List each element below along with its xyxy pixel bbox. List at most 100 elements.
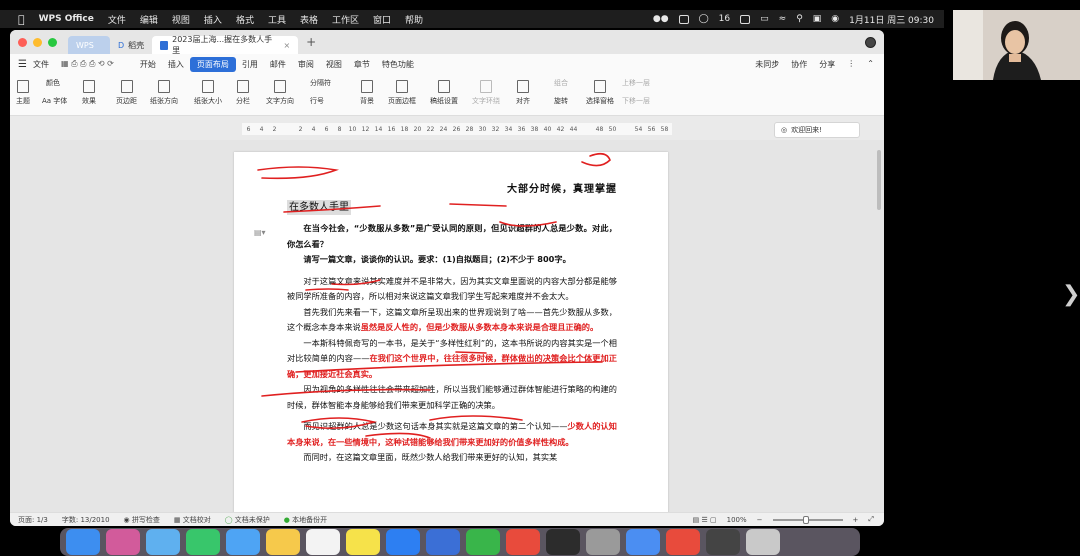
prompt-paragraph-2[interactable]: 请写一篇文章，谈谈你的认识。要求：(1)自拟题目；(2)不少于 800字。 — [287, 252, 617, 268]
columns-button[interactable]: 分栏 — [236, 80, 250, 106]
text-wrap-button[interactable]: 文字环绕 — [472, 80, 500, 106]
fonts-button[interactable]: Aa 字体 — [42, 96, 67, 106]
ribbon-tab-chapter[interactable]: 章节 — [348, 59, 376, 70]
finder-icon[interactable] — [66, 529, 100, 555]
protection-status[interactable]: ◯ 文档未保护 — [225, 515, 270, 525]
zoom-slider[interactable] — [772, 515, 843, 524]
backup-status[interactable]: ● 本地备份开 — [284, 515, 327, 525]
tab-docer[interactable]: D 稻壳 — [110, 36, 152, 54]
document-canvas[interactable]: 大部分时候，真理掌握 在多数人手里 在当今社会，“少数服从多数”是广受认同的原则… — [10, 140, 884, 512]
menu-view[interactable]: 视图 — [172, 13, 190, 26]
ribbon-tab-start[interactable]: 开始 — [134, 59, 162, 70]
menu-table[interactable]: 表格 — [300, 13, 318, 26]
page-border-button[interactable]: 页面边框 — [388, 80, 416, 106]
bring-forward-button[interactable]: 上移一层 — [622, 78, 650, 88]
ruler-scale[interactable]: 6 4 2 2 4 6 8 10 12 14 16 18 20 22 24 26 28 30 32 34 36 38 40 4… — [242, 123, 672, 135]
prompt-paragraph-1[interactable]: 在当今社会，“少数服从多数”是广受认同的原则，但见识超群的人总是少数。对此，你怎… — [287, 221, 617, 252]
ribbon-tab-review[interactable]: 审阅 — [292, 59, 320, 70]
send-backward-button[interactable]: 下移一层 — [622, 96, 650, 106]
paragraph-4[interactable]: 因为视角的多样性往往会带来超加性，所以当我们能够通过群体智能进行策略的构建的时候… — [287, 382, 617, 413]
ribbon-tab-page-layout[interactable]: 页面布局 — [189, 56, 236, 72]
document-title[interactable]: 大部分时候，真理掌握 — [287, 182, 617, 198]
group-button[interactable]: 组合 — [554, 78, 568, 88]
paragraph-1[interactable]: 对于这篇文章来说其实难度并不是非常大，因为其实文章里面说的内容大部分都是能够被同… — [287, 274, 617, 305]
document-subtitle[interactable]: 在多数人手里 — [287, 199, 351, 215]
text-direction-button[interactable]: 文字方向 — [266, 80, 294, 106]
paragraph-2[interactable]: 首先我们先来看一下，这篇文章所呈现出来的世界观说到了啥——首先少数服从多数，这个… — [287, 305, 617, 336]
margins-button[interactable]: 页边距 — [116, 80, 137, 106]
background-button[interactable]: 背景 — [360, 80, 374, 106]
wps-office-dock-icon[interactable] — [666, 529, 700, 555]
wechat-icon[interactable]: ◯ — [699, 14, 709, 24]
ribbon-tab-references[interactable]: 引用 — [236, 59, 264, 70]
theme-button[interactable]: 主题 — [16, 80, 30, 106]
paragraph-5[interactable]: 而见识超群的人总是少数这句话本身其实就是这篇文章的第二个认知——少数人的认知本身… — [287, 419, 617, 450]
paragraph-3[interactable]: 一本斯科特佩奇写的一本书，是关于“多样性红利”的，这本书所说的内容其实是一个相对… — [287, 336, 617, 383]
menu-edit[interactable]: 编辑 — [140, 13, 158, 26]
breaks-button[interactable]: 分隔符 — [310, 78, 331, 88]
tab-wps[interactable]: WPS — [68, 36, 110, 54]
orientation-button[interactable]: 纸张方向 — [150, 80, 178, 106]
zoom-in-button[interactable]: + — [853, 516, 859, 524]
colors-button[interactable]: 颜色 — [46, 78, 60, 88]
wifi-icon[interactable]: ≈ — [779, 14, 787, 24]
minimize-window-button[interactable] — [33, 37, 42, 47]
collapse-ribbon-icon[interactable]: ⌃ — [867, 59, 874, 70]
align-button[interactable]: 对齐 — [516, 80, 530, 106]
manuscript-button[interactable]: 稿纸设置 — [430, 80, 458, 106]
wps-dock-icon[interactable] — [506, 529, 540, 555]
menu-window[interactable]: 窗口 — [373, 13, 391, 26]
app-name[interactable]: WPS Office — [39, 14, 94, 24]
document-page[interactable]: 大部分时候，真理掌握 在多数人手里 在当今社会，“少数服从多数”是广受认同的原则… — [234, 152, 668, 512]
view-mode-icons[interactable]: ▤ ☰ ▢ — [693, 516, 717, 524]
ribbon-tab-insert[interactable]: 插入 — [162, 59, 190, 70]
selection-pane-button[interactable]: 选择窗格 — [586, 80, 614, 106]
meeting-app-icon[interactable] — [426, 529, 460, 555]
word-count[interactable]: 字数: 13/2010 — [62, 515, 110, 525]
trash-icon[interactable] — [746, 529, 780, 555]
meeting-icon[interactable]: ●● — [653, 14, 669, 24]
notes-icon[interactable] — [346, 529, 380, 555]
welcome-box[interactable]: ◎ 欢迎回来! — [774, 122, 860, 138]
vertical-scrollbar[interactable] — [876, 150, 882, 506]
app-store-icon[interactable] — [386, 529, 420, 555]
collaborate-button[interactable]: 协作 — [791, 59, 807, 70]
search-icon[interactable]: ⚲ — [796, 14, 803, 24]
share-button[interactable]: 分享 — [819, 59, 835, 70]
effects-button[interactable]: 效果 — [82, 80, 96, 106]
paragraph-6[interactable]: 而同时，在这篇文章里面，既然少数人给我们带来更好的认知，其实某 — [287, 450, 617, 466]
safari-icon[interactable] — [146, 529, 180, 555]
maps-icon[interactable] — [626, 529, 660, 555]
ribbon-file[interactable]: 文件 — [27, 59, 55, 70]
zoom-level[interactable]: 100% — [727, 516, 747, 524]
paragraph-mark-icon[interactable]: ▤▾ — [254, 228, 266, 237]
battery-icon[interactable]: ▭ — [760, 14, 769, 24]
menu-format[interactable]: 格式 — [236, 13, 254, 26]
more-icon[interactable]: ⋮ — [847, 59, 855, 70]
tab-document[interactable]: 2023届上海...握在多数人手里 × — [152, 35, 299, 55]
page-count[interactable]: 页面: 1/3 — [18, 515, 48, 525]
paper-size-button[interactable]: 纸张大小 — [194, 80, 222, 106]
sync-status[interactable]: 未同步 — [755, 59, 779, 70]
tab-close-icon[interactable]: × — [283, 41, 290, 50]
mail-icon[interactable] — [226, 529, 260, 555]
fit-window-icon[interactable]: ⤢ — [868, 515, 874, 524]
rotate-button[interactable]: 旋转 — [554, 96, 568, 106]
messages-icon[interactable] — [186, 529, 220, 555]
menu-tools[interactable]: 工具 — [268, 13, 286, 26]
ribbon-tab-features[interactable]: 特色功能 — [376, 59, 420, 70]
wechat-dock-icon[interactable] — [466, 529, 500, 555]
siri-icon[interactable]: ◉ — [831, 14, 839, 24]
menu-file[interactable]: 文件 — [108, 13, 126, 26]
settings-icon[interactable] — [586, 529, 620, 555]
zoom-window-button[interactable] — [48, 37, 57, 47]
tv-icon[interactable] — [546, 529, 580, 555]
keyboard-icon[interactable] — [740, 14, 751, 24]
menu-bar-datetime[interactable]: 1月11日 周三 09:30 — [849, 13, 934, 26]
menu-insert[interactable]: 插入 — [204, 13, 222, 26]
new-tab-button[interactable]: + — [306, 35, 316, 49]
calendar-icon[interactable] — [306, 529, 340, 555]
quick-save-icon[interactable]: ▦ ⎙ ⎙ ⎙ ⟲ ⟳ — [55, 59, 120, 69]
control-center-icon[interactable]: ▣ — [813, 14, 822, 24]
apple-icon[interactable]:  — [18, 13, 25, 26]
